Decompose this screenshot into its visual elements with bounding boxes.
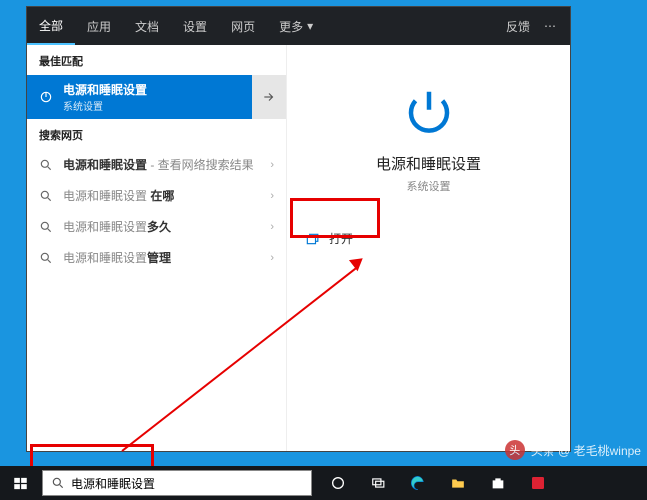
search-icon bbox=[39, 158, 53, 172]
open-icon bbox=[305, 232, 319, 246]
store-icon[interactable] bbox=[478, 466, 518, 500]
detail-sub: 系统设置 bbox=[407, 178, 451, 194]
search-icon bbox=[39, 189, 53, 203]
explorer-icon[interactable] bbox=[438, 466, 478, 500]
search-header: 全部 应用 文档 设置 网页 更多 ▾ 反馈 ⋯ bbox=[27, 7, 570, 45]
watermark-icon: 头 bbox=[505, 440, 525, 460]
open-action[interactable]: 打开 bbox=[287, 220, 570, 257]
windows-icon bbox=[13, 476, 28, 491]
power-icon bbox=[39, 90, 53, 104]
web-result-3[interactable]: 电源和睡眠设置管理 › bbox=[27, 242, 286, 273]
search-icon bbox=[39, 220, 53, 234]
web-result-1[interactable]: 电源和睡眠设置 在哪 › bbox=[27, 180, 286, 211]
feedback-link[interactable]: 反馈 bbox=[506, 18, 530, 35]
task-view-icon[interactable] bbox=[358, 466, 398, 500]
tab-settings[interactable]: 设置 bbox=[171, 7, 219, 45]
web-result-2[interactable]: 电源和睡眠设置多久 › bbox=[27, 211, 286, 242]
tab-more[interactable]: 更多 ▾ bbox=[267, 7, 325, 45]
app-red-icon[interactable] bbox=[518, 466, 558, 500]
start-button[interactable] bbox=[0, 466, 40, 500]
best-match-label: 最佳匹配 bbox=[27, 45, 286, 75]
search-web-label: 搜索网页 bbox=[27, 119, 286, 149]
arrow-right-icon bbox=[262, 90, 276, 104]
taskbar-icons bbox=[318, 466, 558, 500]
chevron-right-icon: › bbox=[270, 252, 274, 264]
power-icon-large bbox=[402, 85, 456, 139]
cortana-icon[interactable] bbox=[318, 466, 358, 500]
taskbar-search[interactable]: 电源和睡眠设置 bbox=[42, 470, 312, 496]
search-icon bbox=[39, 251, 53, 265]
chevron-right-icon: › bbox=[270, 159, 274, 171]
tab-apps[interactable]: 应用 bbox=[75, 7, 123, 45]
search-results-panel: 全部 应用 文档 设置 网页 更多 ▾ 反馈 ⋯ 最佳匹配 电源和睡眠设置 bbox=[26, 6, 571, 452]
best-match-sub: 系统设置 bbox=[63, 98, 147, 113]
results-left-column: 最佳匹配 电源和睡眠设置 系统设置 搜索网页 电源和睡眠设置 - 查看网络搜索结… bbox=[27, 7, 287, 451]
chevron-right-icon: › bbox=[270, 190, 274, 202]
detail-pane: 电源和睡眠设置 系统设置 打开 bbox=[287, 7, 570, 451]
tab-web[interactable]: 网页 bbox=[219, 7, 267, 45]
expand-arrow[interactable] bbox=[252, 75, 286, 119]
detail-title: 电源和睡眠设置 bbox=[376, 153, 481, 174]
more-icon[interactable]: ⋯ bbox=[544, 19, 556, 33]
chevron-down-icon: ▾ bbox=[307, 19, 313, 33]
chevron-right-icon: › bbox=[270, 221, 274, 233]
taskbar: 电源和睡眠设置 bbox=[0, 466, 647, 500]
search-icon bbox=[51, 476, 65, 490]
best-match-title: 电源和睡眠设置 bbox=[63, 81, 147, 98]
tab-all[interactable]: 全部 bbox=[27, 7, 75, 45]
web-result-0[interactable]: 电源和睡眠设置 - 查看网络搜索结果 › bbox=[27, 149, 286, 180]
best-match-item[interactable]: 电源和睡眠设置 系统设置 bbox=[27, 75, 286, 119]
edge-icon[interactable] bbox=[398, 466, 438, 500]
search-input-value: 电源和睡眠设置 bbox=[71, 475, 155, 492]
tab-docs[interactable]: 文档 bbox=[123, 7, 171, 45]
watermark: 头 头条 @ 老毛桃winpe bbox=[505, 440, 641, 460]
search-tabs: 全部 应用 文档 设置 网页 更多 ▾ bbox=[27, 7, 325, 45]
